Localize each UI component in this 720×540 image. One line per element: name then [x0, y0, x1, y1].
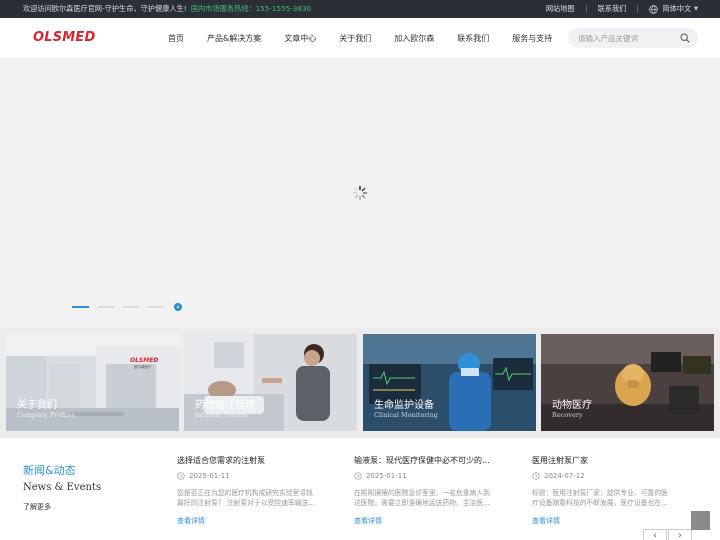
- globe-icon: [649, 4, 659, 14]
- slide-dot[interactable]: [122, 306, 139, 308]
- news-section: 新闻&动态 News & Events 了解更多 选择适合您需求的注射泵 202…: [0, 438, 720, 540]
- nav-home[interactable]: 首页: [168, 33, 184, 44]
- card-subtitle: Recovery: [552, 411, 583, 419]
- nav-about[interactable]: 关于我们: [339, 33, 371, 44]
- news-item[interactable]: 输液泵：现代医疗保健中必不可少的… 2025-01-11 在熙熙攘攘的医院急诊室…: [354, 455, 496, 526]
- slide-play-indicator[interactable]: [174, 303, 182, 311]
- news-next-button[interactable]: ›: [668, 529, 692, 540]
- loading-spinner-icon: [352, 185, 368, 201]
- news-item-date-text: 2024-07-12: [544, 472, 585, 480]
- news-item-title[interactable]: 医用注射泵厂家: [532, 455, 674, 466]
- clock-icon: [177, 472, 185, 480]
- card-title: 动物医疗: [552, 400, 592, 411]
- news-prev-button[interactable]: ‹: [643, 529, 667, 540]
- slide-dot[interactable]: [97, 306, 114, 308]
- news-item-date: 2025-01-11: [354, 472, 496, 480]
- news-item-date: 2024-07-12: [532, 472, 674, 480]
- news-item-date-text: 2025-01-11: [189, 472, 230, 480]
- logo[interactable]: OLSMED: [33, 30, 96, 45]
- category-cards: OLSMED 欧尔森医疗 关于我们 Company Profiles 药物输注管…: [0, 328, 720, 438]
- card-title: 生命监护设备: [374, 400, 434, 411]
- nav-support[interactable]: 服务与支持: [512, 33, 552, 44]
- slide-dot[interactable]: [72, 306, 89, 308]
- welcome-text: 欢迎访问欧尔森医疗官网-守护生命，守护健康人生! 国内市场服务热线：155-15…: [23, 4, 311, 14]
- top-bar: 欢迎访问欧尔森医疗官网-守护生命，守护健康人生! 国内市场服务热线：155-15…: [0, 0, 720, 18]
- search-icon[interactable]: [680, 33, 690, 43]
- hotline-text: 国内市场服务热线：155-1555-3830: [190, 4, 312, 13]
- sign-logo: OLSMED: [130, 357, 158, 364]
- news-item-date: 2025-01-11: [177, 472, 319, 480]
- hero-banner[interactable]: [0, 58, 720, 328]
- news-item-summary: 您是否正在为您的医疗机构或研究实验室寻找最好的注射泵？ 注射泵对于以受控速率输送…: [177, 489, 316, 507]
- card-subtitle: Company Profiles: [17, 411, 76, 419]
- search-placeholder: 请输入产品关键词: [578, 34, 638, 43]
- language-label: 简体中文: [662, 4, 692, 13]
- search-input[interactable]: 请输入产品关键词: [568, 28, 698, 48]
- news-read-more[interactable]: 查看详情: [177, 516, 319, 526]
- news-item[interactable]: 选择适合您需求的注射泵 2025-01-11 您是否正在为您的医疗机构或研究实验…: [177, 455, 319, 526]
- card-monitoring[interactable]: 生命监护设备 Clinical Monitoring: [363, 334, 536, 431]
- card-title: 关于我们: [17, 400, 57, 411]
- contact-link[interactable]: 联系我们: [598, 4, 627, 14]
- divider: [637, 5, 639, 13]
- card-subtitle: Clinical Monitoring: [374, 411, 438, 419]
- clock-icon: [532, 472, 540, 480]
- caret-down-icon: ▼: [694, 6, 698, 12]
- news-item[interactable]: 医用注射泵厂家 2024-07-12 标题：医用注射泵厂家：提供专业、可靠的医疗…: [532, 455, 674, 526]
- news-item-summary: 标题：医用注射泵厂家：提供专业、可靠的医疗设备随着科技的不断发展，医疗设备也在…: [532, 489, 668, 507]
- news-item-title[interactable]: 选择适合您需求的注射泵: [177, 455, 319, 466]
- news-read-more[interactable]: 查看详情: [354, 516, 496, 526]
- news-title-en: News & Events: [23, 482, 102, 493]
- clock-icon: [354, 472, 362, 480]
- welcome-message: 欢迎访问欧尔森医疗官网-守护生命，守护健康人生!: [23, 4, 187, 13]
- card-veterinary[interactable]: 动物医疗 Recovery: [541, 334, 714, 431]
- top-links: 网站地图 联系我们 简体中文 ▼: [546, 4, 698, 14]
- slider-pagination: [72, 303, 182, 311]
- card-subtitle: Infusion System: [195, 411, 249, 419]
- header: OLSMED 首页 产品&解决方案 文章中心 关于我们 加入欧尔森 联系我们 服…: [0, 18, 720, 58]
- language-selector[interactable]: 简体中文 ▼: [649, 4, 698, 14]
- nav-products[interactable]: 产品&解决方案: [207, 33, 261, 44]
- news-item-summary: 在熙熙攘攘的医院急诊室里，一名危重病人到达医院，需要立即准确地运送药物。主治医…: [354, 489, 490, 507]
- nav-contact[interactable]: 联系我们: [457, 33, 489, 44]
- card-about[interactable]: OLSMED 欧尔森医疗 关于我们 Company Profiles: [6, 334, 179, 431]
- news-more-link[interactable]: 了解更多: [23, 502, 51, 512]
- nav-articles[interactable]: 文章中心: [284, 33, 316, 44]
- back-to-top-button[interactable]: [691, 511, 710, 530]
- sign-caption: 欧尔森医疗: [134, 364, 152, 369]
- main-nav: 首页 产品&解决方案 文章中心 关于我们 加入欧尔森 联系我们 服务与支持: [160, 18, 552, 58]
- slide-dot[interactable]: [147, 306, 164, 308]
- news-item-title[interactable]: 输液泵：现代医疗保健中必不可少的…: [354, 455, 496, 466]
- nav-join[interactable]: 加入欧尔森: [394, 33, 434, 44]
- news-title-cn: 新闻&动态: [23, 464, 76, 477]
- card-title: 药物输注管理: [195, 400, 255, 411]
- divider: [585, 5, 587, 13]
- sitemap-link[interactable]: 网站地图: [546, 4, 575, 14]
- news-item-date-text: 2025-01-11: [366, 472, 407, 480]
- card-infusion[interactable]: 药物输注管理 Infusion System: [184, 334, 357, 431]
- news-read-more[interactable]: 查看详情: [532, 516, 674, 526]
